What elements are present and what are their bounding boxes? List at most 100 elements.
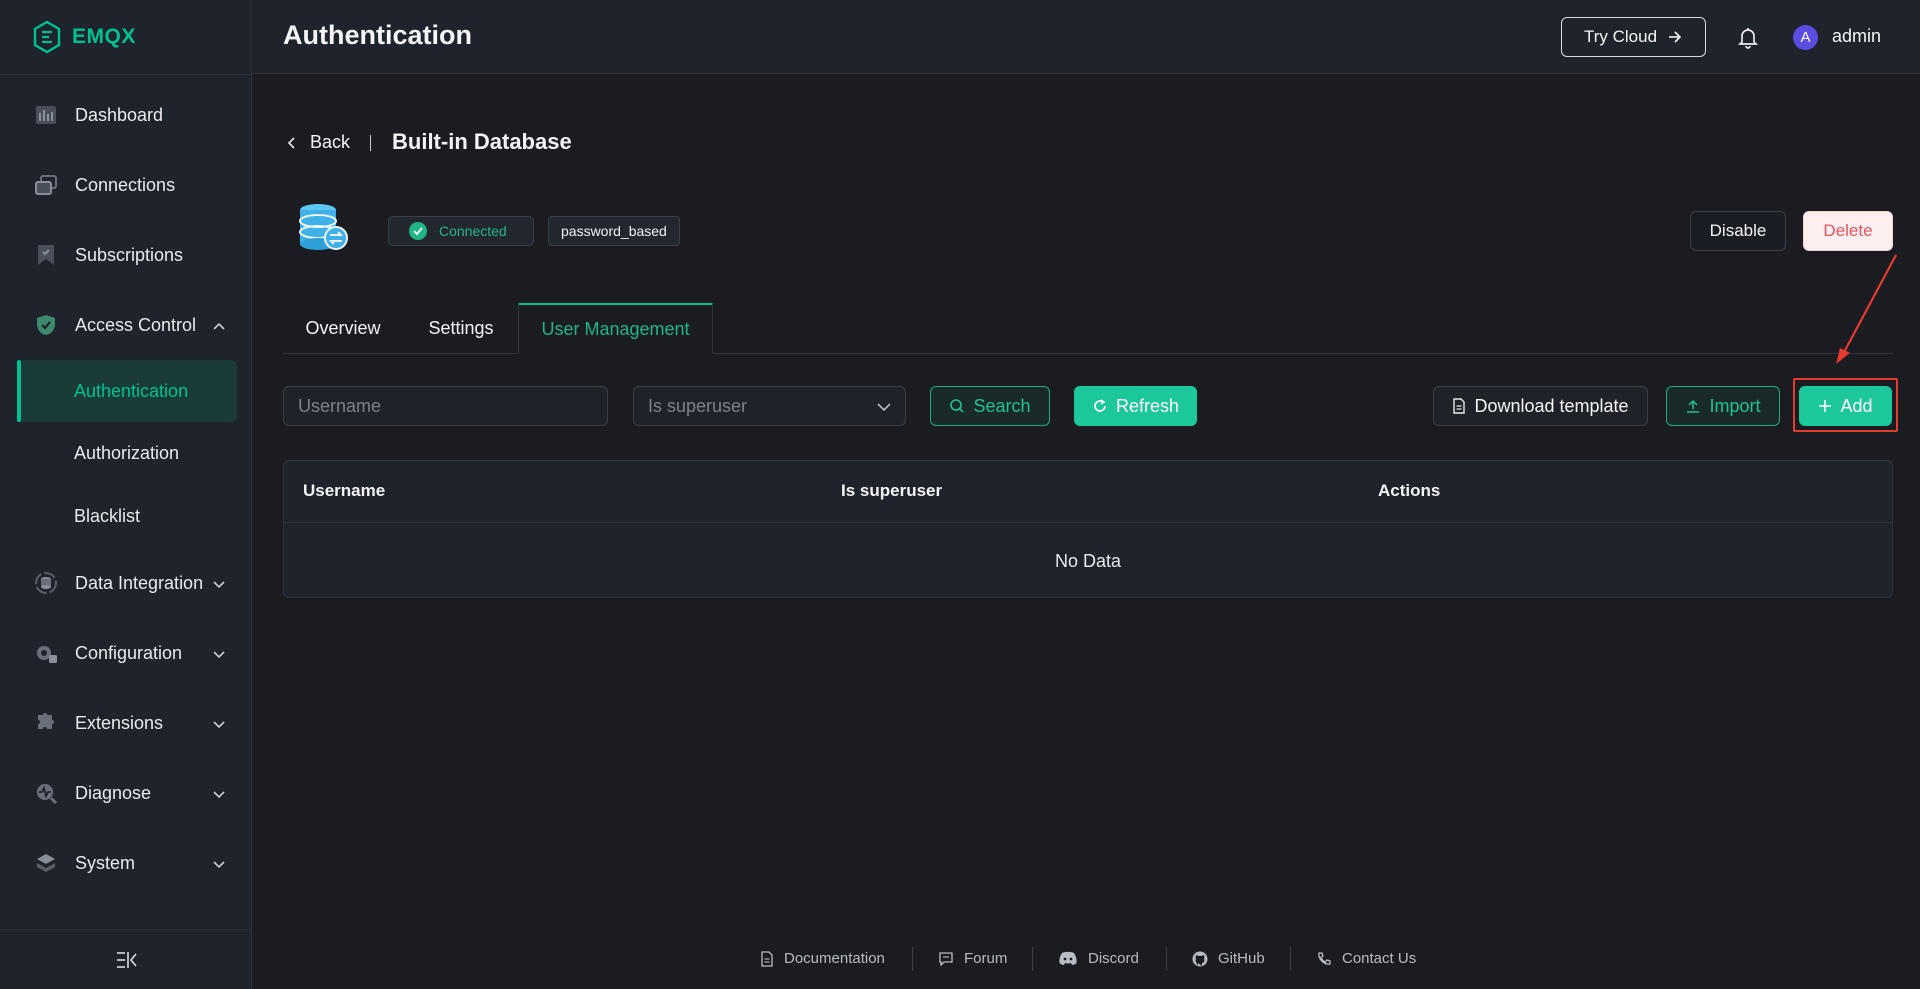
download-template-button[interactable]: Download template bbox=[1433, 386, 1648, 426]
footer-link-contact-us[interactable]: Contact Us bbox=[1316, 950, 1416, 967]
column-header: Actions bbox=[1378, 481, 1441, 500]
chevron-down-icon bbox=[213, 791, 225, 799]
back-button[interactable]: Back bbox=[286, 132, 350, 153]
sidebar-item-label: Data Integration bbox=[75, 572, 204, 593]
superuser-select-placeholder: Is superuser bbox=[648, 395, 748, 416]
logo[interactable]: EMQX bbox=[32, 20, 136, 54]
try-cloud-label: Try Cloud bbox=[1583, 27, 1658, 46]
collapse-sidebar-icon[interactable] bbox=[114, 949, 140, 971]
avatar[interactable]: A bbox=[1793, 25, 1818, 50]
column-header: Username bbox=[303, 481, 386, 500]
delete-button[interactable]: Delete bbox=[1803, 211, 1893, 251]
top-header: Authentication Try Cloud A admin bbox=[253, 0, 1920, 74]
refresh-button-label: Refresh bbox=[1115, 395, 1180, 416]
disable-button[interactable]: Disable bbox=[1690, 211, 1786, 251]
gear-icon bbox=[37, 646, 57, 663]
document-icon bbox=[761, 950, 773, 967]
refresh-button[interactable]: Refresh bbox=[1074, 386, 1197, 426]
sidebar-item-diagnose[interactable]: Diagnose bbox=[0, 768, 252, 818]
search-button-label: Search bbox=[973, 395, 1031, 416]
upload-icon bbox=[1687, 399, 1700, 413]
divider bbox=[370, 135, 371, 151]
tab-overview[interactable]: Overview bbox=[287, 303, 399, 354]
sidebar-item-label: Configuration bbox=[75, 642, 183, 663]
sidebar-item-configuration[interactable]: Configuration bbox=[0, 628, 252, 678]
search-icon bbox=[950, 399, 965, 413]
sidebar-item-label: Access Control bbox=[75, 314, 197, 335]
import-button[interactable]: Import bbox=[1666, 386, 1780, 426]
status-badge: Connected bbox=[388, 216, 534, 246]
sidebar: EMQX Dashboard Connections Subscriptions… bbox=[0, 0, 252, 989]
search-button[interactable]: Search bbox=[930, 386, 1050, 426]
github-icon bbox=[1192, 951, 1208, 966]
footer-link-label: Contact Us bbox=[1342, 950, 1417, 967]
arrow-right-icon bbox=[1669, 31, 1682, 43]
divider bbox=[1166, 947, 1167, 971]
system-icon bbox=[37, 854, 55, 872]
page-title: Built-in Database bbox=[392, 129, 572, 154]
chevron-left-icon bbox=[287, 136, 295, 149]
chevron-down-icon bbox=[213, 861, 225, 869]
connections-icon bbox=[35, 175, 57, 195]
username-input[interactable] bbox=[283, 386, 608, 426]
sidebar-item-data-integration[interactable]: Data Integration bbox=[0, 558, 252, 608]
chevron-down-icon bbox=[213, 721, 225, 729]
try-cloud-button[interactable]: Try Cloud bbox=[1561, 17, 1706, 57]
sidebar-item-dashboard[interactable]: Dashboard bbox=[0, 90, 252, 140]
chat-icon bbox=[939, 952, 953, 966]
document-icon bbox=[1453, 398, 1466, 414]
tab-user-management[interactable]: User Management bbox=[518, 303, 713, 354]
sidebar-item-label: Dashboard bbox=[75, 104, 164, 125]
data-integration-icon bbox=[35, 572, 57, 594]
import-button-label: Import bbox=[1709, 395, 1761, 416]
footer-link-forum[interactable]: Forum bbox=[938, 950, 1007, 967]
divider bbox=[912, 947, 913, 971]
sidebar-item-label: Extensions bbox=[75, 712, 164, 733]
sidebar-item-label: Subscriptions bbox=[75, 244, 184, 265]
logo-text: EMQX bbox=[72, 25, 136, 48]
database-icon bbox=[299, 204, 348, 250]
divider bbox=[0, 74, 252, 75]
shield-icon bbox=[37, 315, 55, 335]
sidebar-item-connections[interactable]: Connections bbox=[0, 160, 252, 210]
phone-icon bbox=[1318, 951, 1331, 965]
chevron-down-icon bbox=[213, 651, 225, 659]
bell-icon[interactable] bbox=[1736, 25, 1760, 49]
back-label: Back bbox=[310, 132, 351, 152]
chevron-down-icon bbox=[877, 403, 891, 412]
sidebar-item-system[interactable]: System bbox=[0, 838, 252, 888]
sidebar-subitem-label: Authorization bbox=[74, 442, 180, 463]
tab-settings[interactable]: Settings bbox=[411, 303, 511, 354]
footer-link-documentation[interactable]: Documentation bbox=[760, 950, 885, 967]
empty-state-text: No Data bbox=[1054, 550, 1122, 571]
discord-icon bbox=[1059, 951, 1077, 965]
column-header: Is superuser bbox=[841, 481, 943, 500]
mechanism-badge: password_based bbox=[548, 216, 680, 246]
sidebar-subitem-label: Authentication bbox=[74, 380, 189, 401]
emqx-logo-icon bbox=[33, 20, 61, 54]
add-user-button[interactable]: Add bbox=[1799, 386, 1892, 426]
download-template-label: Download template bbox=[1474, 395, 1629, 416]
sidebar-item-extensions[interactable]: Extensions bbox=[0, 698, 252, 748]
user-menu[interactable]: admin bbox=[1832, 26, 1881, 47]
sidebar-subitem-blacklist[interactable]: Blacklist bbox=[18, 485, 237, 547]
footer-link-label: Forum bbox=[964, 950, 1008, 967]
diagnose-icon bbox=[37, 784, 58, 805]
sidebar-item-access-control[interactable]: Access Control bbox=[0, 300, 252, 350]
plus-icon bbox=[1819, 400, 1832, 412]
sidebar-subitem-authorization[interactable]: Authorization bbox=[18, 422, 237, 484]
puzzle-icon bbox=[38, 713, 54, 729]
status-text: Connected bbox=[439, 223, 507, 239]
sidebar-item-label: System bbox=[75, 852, 136, 873]
footer-link-discord[interactable]: Discord bbox=[1058, 950, 1139, 967]
superuser-select[interactable]: Is superuser bbox=[633, 386, 906, 426]
sidebar-item-subscriptions[interactable]: Subscriptions bbox=[0, 230, 252, 280]
chevron-up-icon bbox=[213, 322, 225, 330]
page-header-title: Authentication bbox=[283, 20, 472, 50]
add-button-label: Add bbox=[1840, 395, 1873, 416]
sidebar-item-label: Connections bbox=[75, 174, 176, 195]
sidebar-subitem-authentication[interactable]: Authentication bbox=[17, 360, 237, 422]
footer-link-github[interactable]: GitHub bbox=[1192, 950, 1265, 967]
divider bbox=[0, 929, 252, 930]
chevron-down-icon bbox=[213, 581, 225, 589]
